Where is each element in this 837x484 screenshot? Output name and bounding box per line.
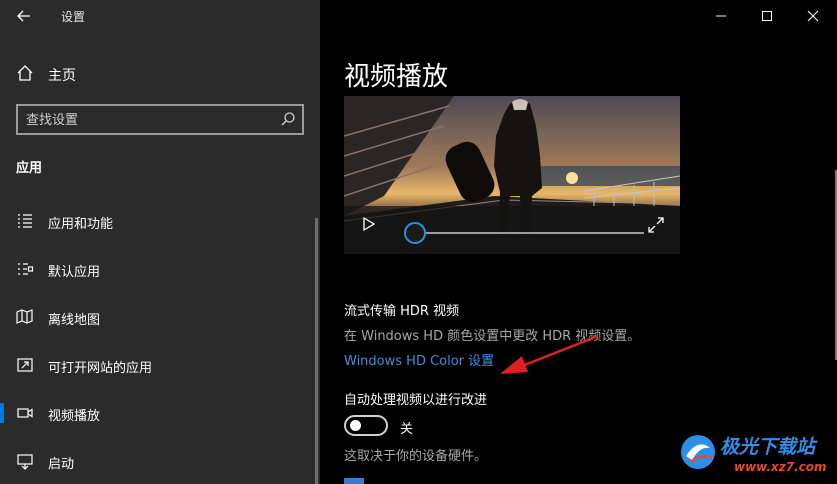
video-icon xyxy=(17,408,33,418)
sidebar-item-home[interactable]: 主页 xyxy=(0,58,320,88)
auto-process-title: 自动处理视频以进行改进 xyxy=(344,393,488,408)
seek-bar[interactable] xyxy=(416,232,644,234)
back-button[interactable] xyxy=(12,6,36,26)
sidebar-item-label: 启动 xyxy=(48,457,75,472)
hd-color-settings-link[interactable]: Windows HD Color 设置 xyxy=(344,350,494,369)
play-icon[interactable] xyxy=(362,216,376,232)
seek-thumb[interactable] xyxy=(404,222,426,244)
sidebar-item-startup[interactable]: 启动 xyxy=(0,444,318,478)
sidebar-item-default-apps[interactable]: 默认应用 xyxy=(0,252,318,286)
map-icon xyxy=(16,309,33,324)
page-title: 视频播放 xyxy=(344,62,449,92)
section-heading: 应用 xyxy=(16,161,43,176)
sidebar-item-label: 主页 xyxy=(48,68,76,84)
video-controls xyxy=(344,206,680,254)
maximize-icon xyxy=(762,11,772,21)
sidebar-item-label: 默认应用 xyxy=(48,265,101,280)
sidebar-item-label: 离线地图 xyxy=(48,313,101,328)
toggle-state-label: 关 xyxy=(400,422,414,437)
sidebar-item-label: 可打开网站的应用 xyxy=(48,361,153,376)
app-title: 设置 xyxy=(61,10,86,24)
selection-indicator xyxy=(0,403,4,423)
startup-icon xyxy=(17,454,33,470)
maximize-button[interactable] xyxy=(744,0,790,32)
main-content: 视频播放 流式传输 HDR 视频 在 Windows HD 颜色设置中更改 HD… xyxy=(320,0,837,484)
sidebar-item-video-playback[interactable]: 视频播放 xyxy=(0,396,318,430)
sidebar-item-offline-maps[interactable]: 离线地图 xyxy=(0,300,318,334)
close-icon xyxy=(807,10,819,22)
auto-process-description: 这取决于你的设备硬件。 xyxy=(344,449,488,464)
home-icon xyxy=(17,65,33,81)
hdr-section-title: 流式传输 HDR 视频 xyxy=(344,304,460,319)
back-arrow-icon xyxy=(17,10,30,22)
search-box[interactable] xyxy=(16,104,304,135)
close-button[interactable] xyxy=(790,0,836,32)
fullscreen-icon[interactable] xyxy=(648,217,664,233)
open-in-app-icon xyxy=(17,358,33,372)
toggle-knob xyxy=(350,420,361,431)
checkbox-partial[interactable] xyxy=(344,478,364,484)
sidebar: 设置 主页 应用 应用和功能 默认应用 离线地图 可打开网站的应用 视频播放 启… xyxy=(0,0,320,484)
search-input[interactable] xyxy=(26,110,266,130)
watermark-url: www.xz7.com xyxy=(734,460,827,474)
watermark: 极光下载站 www.xz7.com xyxy=(676,428,836,484)
sidebar-item-apps-for-websites[interactable]: 可打开网站的应用 xyxy=(0,348,318,382)
sidebar-item-apps-features[interactable]: 应用和功能 xyxy=(0,204,318,238)
auto-process-toggle[interactable] xyxy=(344,415,388,436)
search-icon[interactable] xyxy=(280,111,296,127)
video-preview[interactable] xyxy=(344,96,680,254)
default-apps-icon xyxy=(18,263,34,275)
minimize-button[interactable] xyxy=(698,0,744,32)
sidebar-item-label: 视频播放 xyxy=(48,409,101,424)
watermark-brand: 极光下载站 xyxy=(720,436,816,458)
minimize-icon xyxy=(716,15,726,17)
logo-icon xyxy=(681,435,715,469)
list-icon xyxy=(18,214,32,228)
title-bar: 设置 xyxy=(0,0,320,32)
hdr-description: 在 Windows HD 颜色设置中更改 HDR 视频设置。 xyxy=(344,329,641,344)
sidebar-item-label: 应用和功能 xyxy=(48,217,114,232)
sidebar-scrollbar[interactable] xyxy=(315,218,318,484)
